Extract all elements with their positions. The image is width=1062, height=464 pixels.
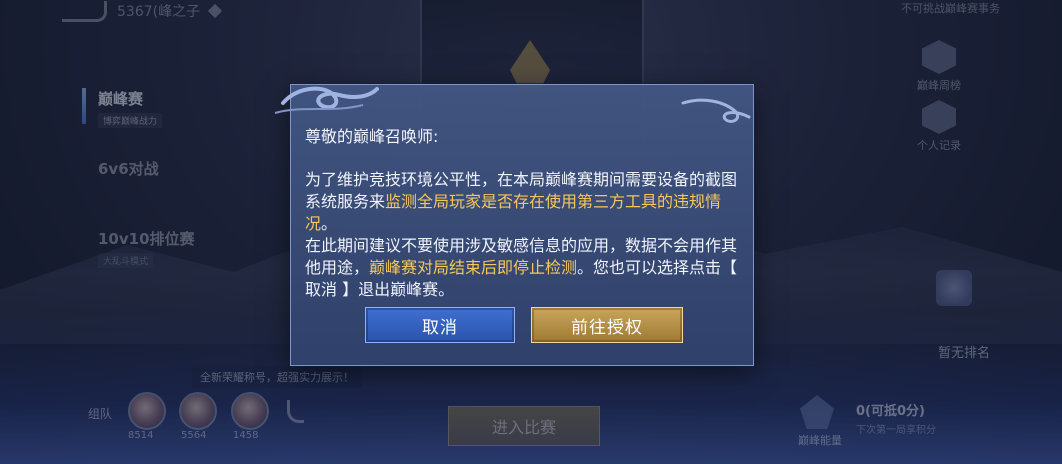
- authorize-button[interactable]: 前往授权: [531, 307, 683, 343]
- cancel-button[interactable]: 取消: [365, 307, 515, 343]
- dialog-greeting: 尊敬的巅峰召唤师:: [305, 127, 439, 146]
- dialog-highlight: 巅峰赛对局结束后即停止检测: [369, 258, 578, 277]
- cloud-swirl-icon: [681, 98, 751, 123]
- dialog-body: 为了维护竞技环境公平性，在本局巅峰赛期间需要设备的截图系统服务来监测全局玩家是否…: [305, 169, 745, 301]
- dialog-text: 。: [321, 214, 338, 233]
- screenshot-permission-dialog: 尊敬的巅峰召唤师: 为了维护竞技环境公平性，在本局巅峰赛期间需要设备的截图系统服…: [274, 84, 754, 366]
- cloud-swirl-icon: [274, 86, 379, 114]
